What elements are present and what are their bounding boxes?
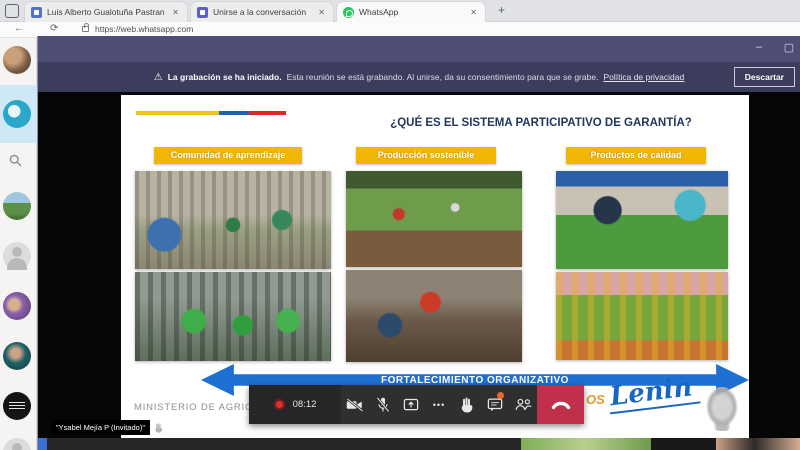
whatsapp-chat-list-strip [0, 38, 37, 450]
teams-icon [197, 6, 208, 18]
raised-hand-status-icon [155, 422, 163, 433]
tab-label: WhatsApp [359, 7, 399, 17]
screen: Luis Alberto Gualotuña Pastran ✕ Unirse … [0, 0, 800, 450]
tab-teams-join[interactable]: Unirse a la conversación ✕ [190, 1, 334, 22]
photo-produce-baskets [556, 272, 728, 360]
mic-off-icon [376, 396, 390, 412]
participants-button[interactable] [509, 385, 537, 424]
raise-hand-button[interactable] [453, 385, 481, 424]
video-thumbnail [47, 438, 521, 450]
tab-whatsapp[interactable]: WhatsApp ✕ [336, 1, 486, 22]
chat-item-selected[interactable] [0, 85, 37, 143]
chat-avatar[interactable] [3, 46, 31, 74]
label-productos-calidad: Productos de calidad [566, 147, 706, 164]
video-thumbnail [38, 438, 47, 450]
back-icon[interactable]: ← [14, 23, 24, 34]
photo-column-products [556, 171, 728, 360]
chat-button[interactable] [481, 385, 509, 424]
participant-video-strip [38, 438, 800, 450]
share-screen-button[interactable] [397, 385, 425, 424]
camera-off-icon [346, 397, 364, 412]
hangup-icon [551, 401, 570, 409]
photo-column-production [346, 171, 522, 362]
tab-search-icon[interactable] [5, 4, 19, 18]
photo-community-group [135, 171, 331, 269]
tab-teams-calendar[interactable]: Luis Alberto Gualotuña Pastran ✕ [24, 1, 188, 22]
participants-icon [515, 398, 532, 411]
chat-notification-badge [497, 392, 504, 399]
call-control-bar: 08:12 ••• [249, 385, 584, 424]
label-comunidad-aprendizaje: Comunidad de aprendizaje [154, 147, 302, 164]
hangup-button[interactable] [537, 385, 584, 424]
chat-avatar[interactable] [3, 342, 31, 370]
chat-avatar[interactable] [3, 392, 31, 420]
flag-accent-line [136, 111, 286, 115]
arrow-label: FORTALECIMIENTO ORGANIZATIVO [381, 374, 569, 386]
chat-icon [487, 398, 503, 411]
slide-title: ¿QUÉ ES EL SISTEMA PARTICIPATIVO DE GARA… [390, 117, 692, 129]
new-tab-button[interactable]: + [494, 3, 509, 18]
banner-body: Esta reunión se está grabando. Al unirse… [286, 72, 599, 82]
chat-avatar-placeholder[interactable] [3, 242, 31, 270]
ministry-footer-text: MINISTERIO DE AGRICU [134, 402, 261, 413]
maximize-button[interactable]: ▢ [780, 41, 798, 54]
dismiss-button[interactable]: Descartar [733, 67, 795, 87]
more-options-button[interactable]: ••• [425, 385, 453, 424]
slogan-fragment: OS [586, 392, 605, 407]
photo-compost-work [346, 270, 522, 362]
minimize-button[interactable]: – [750, 41, 768, 53]
photo-graduates-green-vests [135, 272, 331, 361]
camera-off-button[interactable] [341, 385, 369, 424]
meeting-stage: ¿QUÉ ES EL SISTEMA PARTICIPATIVO DE GARA… [38, 92, 800, 450]
ecuador-coat-of-arms [703, 387, 741, 431]
browser-tab-bar: Luis Alberto Gualotuña Pastran ✕ Unirse … [0, 0, 800, 22]
recording-timer: 08:12 [249, 385, 341, 424]
raise-hand-icon [461, 396, 472, 413]
meeting-timer: 08:12 [292, 399, 317, 410]
photo-market-produce [556, 171, 728, 269]
mic-off-button[interactable] [369, 385, 397, 424]
recording-indicator-icon [273, 399, 285, 410]
photo-vegetable-field [346, 171, 522, 267]
tab-label: Unirse a la conversación [213, 7, 307, 17]
refresh-icon[interactable]: ⟳ [50, 23, 58, 34]
recording-banner: ⚠ La grabación se ha iniciado. Esta reun… [38, 62, 800, 92]
search-icon[interactable] [9, 154, 22, 167]
photo-column-community [135, 171, 331, 361]
lock-icon [82, 23, 89, 32]
video-thumbnail [521, 438, 651, 450]
more-options-icon: ••• [432, 399, 446, 410]
whatsapp-icon [343, 6, 354, 18]
close-icon[interactable]: ✕ [170, 8, 181, 17]
video-thumbnail [716, 438, 800, 450]
url-field[interactable]: https://web.whatsapp.com [95, 24, 193, 34]
tab-label: Luis Alberto Gualotuña Pastran [47, 7, 165, 17]
banner-title: La grabación se ha iniciado. [167, 72, 282, 82]
video-thumbnail [651, 438, 716, 450]
chat-avatar[interactable] [3, 192, 31, 220]
chat-avatar[interactable] [3, 292, 31, 320]
share-screen-icon [403, 398, 419, 410]
warning-icon: ⚠ [153, 71, 163, 83]
chat-avatar-placeholder[interactable] [3, 438, 31, 450]
window-title-bar: – ▢ [38, 36, 800, 62]
close-icon[interactable]: ✕ [316, 8, 327, 17]
participant-name: "Ysabel Mejía P (Invitado)" [51, 420, 150, 435]
chat-avatar [3, 100, 31, 128]
label-produccion-sostenible: Producción sostenible [356, 147, 496, 164]
participant-name-overlay: "Ysabel Mejía P (Invitado)" [51, 420, 164, 435]
close-icon[interactable]: ✕ [468, 8, 479, 17]
teams-calendar-icon [31, 6, 42, 18]
privacy-policy-link[interactable]: Política de privacidad [603, 72, 684, 82]
teams-meeting-window: – ▢ ⚠ La grabación se ha iniciado. Esta … [37, 36, 800, 450]
